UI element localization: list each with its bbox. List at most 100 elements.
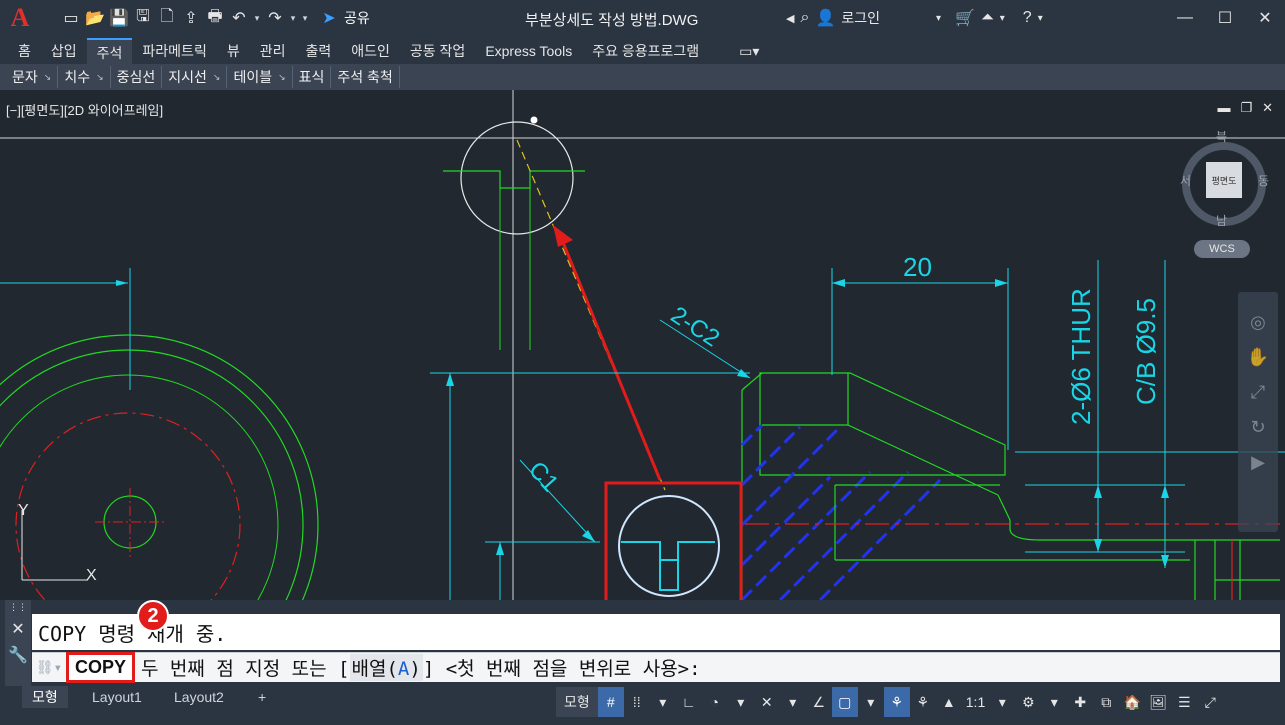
close-icon[interactable]: ✕ bbox=[1245, 0, 1285, 36]
ribbon-panel[interactable]: 테이블 ↘ bbox=[227, 66, 293, 88]
ribbon-tab[interactable]: 주요 응용프로그램 bbox=[582, 38, 709, 64]
annotation-scale-icon[interactable]: ▲ bbox=[936, 687, 962, 717]
viewcube-south[interactable]: 남 bbox=[1216, 212, 1227, 229]
login-dropdown-icon[interactable]: ▾ bbox=[936, 13, 941, 24]
undo-dropdown-icon[interactable]: ▾ bbox=[252, 13, 262, 24]
isodraft-dropdown-icon[interactable]: ▾ bbox=[780, 687, 806, 717]
orbit-icon[interactable]: ↻ bbox=[1250, 417, 1265, 438]
object-snap-tracking-icon[interactable]: ∠ bbox=[806, 687, 832, 717]
undo-icon[interactable]: ↶ bbox=[228, 7, 250, 29]
share-button[interactable]: ➤ 공유 bbox=[318, 7, 369, 29]
customize-wrench-icon[interactable]: 🔧 bbox=[8, 645, 28, 665]
layout-tab-layout2[interactable]: Layout2 bbox=[164, 686, 234, 708]
customize-icon[interactable]: ☰ bbox=[1171, 687, 1197, 717]
ribbon-tab[interactable]: 파라메트릭 bbox=[132, 38, 216, 64]
user-icon[interactable]: 👤 bbox=[815, 8, 835, 28]
object-snap-dropdown-icon[interactable]: ▾ bbox=[858, 687, 884, 717]
save-as-icon[interactable]: 🖫 bbox=[132, 7, 154, 29]
ribbon-tab[interactable]: Express Tools bbox=[475, 38, 582, 64]
steering-wheel-icon[interactable]: ◎ bbox=[1250, 312, 1266, 333]
ribbon-tab[interactable]: 뷰 bbox=[217, 38, 250, 64]
viewcube-east[interactable]: 동 bbox=[1258, 172, 1269, 189]
scale-dropdown-icon[interactable]: ▾ bbox=[989, 687, 1015, 717]
redo-icon[interactable]: ↷ bbox=[264, 7, 286, 29]
panel-expand-icon[interactable]: ↘ bbox=[96, 66, 104, 88]
customize-qat-icon[interactable]: ▾ bbox=[300, 13, 310, 24]
grid-icon[interactable]: # bbox=[597, 687, 624, 717]
wcs-menu[interactable]: WCS bbox=[1194, 240, 1250, 258]
panel-expand-icon[interactable]: ↘ bbox=[278, 66, 286, 88]
open-folder-icon[interactable]: 📂 bbox=[84, 7, 106, 29]
viewcube-north[interactable]: 북 bbox=[1216, 128, 1227, 145]
chevron-left-icon[interactable]: ◀ bbox=[786, 12, 794, 25]
ribbon-panel[interactable]: 치수 ↘ bbox=[58, 66, 111, 88]
annotation-scale-value[interactable]: 1:1 bbox=[962, 687, 989, 717]
panel-expand-icon[interactable]: ↘ bbox=[213, 66, 221, 88]
snap-dropdown-icon[interactable]: ▾ bbox=[650, 687, 676, 717]
maximize-icon[interactable]: ☐ bbox=[1205, 0, 1245, 36]
layout-tab-layout1[interactable]: Layout1 bbox=[82, 686, 152, 708]
help-dropdown-icon[interactable]: ▾ bbox=[1038, 13, 1043, 24]
viewcube[interactable]: 평면도 북 남 서 동 WCS bbox=[1176, 130, 1276, 260]
add-layout-icon[interactable]: + bbox=[248, 686, 276, 708]
zoom-extents-icon[interactable]: ⤢ bbox=[1251, 382, 1265, 403]
grip-handle-icon[interactable]: ⋮⋮ bbox=[9, 602, 27, 613]
infer-constraints-icon[interactable]: ∟ bbox=[676, 687, 702, 717]
ribbon-tab[interactable]: 출력 bbox=[295, 38, 341, 64]
search-icon[interactable]: ⌕ bbox=[800, 9, 809, 27]
redo-dropdown-icon[interactable]: ▾ bbox=[288, 13, 298, 24]
ribbon-panel[interactable]: 중심선 bbox=[111, 66, 163, 88]
connect-icon[interactable]: ⏶ bbox=[981, 9, 994, 27]
isodraft-icon[interactable]: ✕ bbox=[754, 687, 780, 717]
ribbon-tab[interactable]: 삽입 bbox=[41, 38, 87, 64]
polar-dropdown-icon[interactable]: ▾ bbox=[728, 687, 754, 717]
ribbon-tab[interactable]: 애드인 bbox=[341, 38, 400, 64]
close-command-icon[interactable]: ✕ bbox=[11, 619, 24, 639]
units-icon[interactable]: ⧉ bbox=[1093, 687, 1119, 717]
ribbon-panel[interactable]: 지시선 ↘ bbox=[162, 66, 228, 88]
share-file-icon[interactable]: ⇪ bbox=[180, 7, 202, 29]
model-space-button[interactable]: 모형 bbox=[556, 687, 598, 717]
new-file-icon[interactable]: ▭ bbox=[60, 7, 82, 29]
ribbon-tab[interactable]: 관리 bbox=[250, 38, 296, 64]
app-logo[interactable]: A bbox=[0, 0, 40, 36]
ribbon-toggle-icon[interactable]: ▭▾ bbox=[729, 38, 769, 64]
showmotion-icon[interactable]: ▶ bbox=[1251, 452, 1265, 473]
object-snap-icon[interactable]: ▢ bbox=[831, 687, 858, 717]
recent-commands-icon[interactable]: ⛓▾ bbox=[32, 660, 66, 676]
polar-tracking-icon[interactable]: ◔ bbox=[702, 687, 728, 717]
array-option[interactable]: 배열(A) bbox=[349, 654, 423, 681]
layout-tab-model[interactable]: 모형 bbox=[22, 686, 68, 708]
isolate-objects-icon[interactable]: 🖼 bbox=[1145, 687, 1171, 717]
annotation-visibility-icon[interactable]: ⚘ bbox=[883, 687, 910, 717]
viewcube-face[interactable]: 평면도 bbox=[1206, 162, 1242, 198]
viewcube-west[interactable]: 서 bbox=[1180, 172, 1191, 189]
ribbon-tab[interactable]: 홈 bbox=[8, 38, 41, 64]
clean-screen-icon[interactable]: ⤢ bbox=[1197, 687, 1223, 717]
open-web-icon[interactable]: 🗋 bbox=[156, 7, 178, 29]
drawing-viewport[interactable]: [−][평면도][2D 와이어프레임] ▬ ❐ ✕ Y X C1 2-C2 20… bbox=[0, 90, 1285, 600]
annotation-arrow bbox=[558, 234, 662, 481]
login-label[interactable]: 로그인 bbox=[841, 8, 880, 28]
ribbon-panel[interactable]: 문자 ↘ bbox=[6, 66, 59, 88]
workspace-gear-icon[interactable]: ⚙ bbox=[1015, 687, 1041, 717]
annotation-monitor-icon[interactable]: ✚ bbox=[1067, 687, 1093, 717]
pan-hand-icon[interactable]: ✋ bbox=[1247, 347, 1269, 368]
connect-dropdown-icon[interactable]: ▾ bbox=[1000, 13, 1005, 24]
ribbon-tab[interactable]: 주석 bbox=[86, 38, 133, 64]
panel-expand-icon[interactable]: ↘ bbox=[44, 66, 52, 88]
ribbon-panel[interactable]: 주석 축척 bbox=[331, 66, 400, 88]
plot-icon[interactable]: 🖶 bbox=[204, 7, 226, 29]
minimize-icon[interactable]: — bbox=[1165, 0, 1205, 36]
save-icon[interactable]: 💾 bbox=[108, 7, 130, 29]
help-icon[interactable]: ? bbox=[1023, 9, 1032, 27]
ribbon-panel[interactable]: 표식 bbox=[293, 66, 332, 88]
workspace-dropdown-icon[interactable]: ▾ bbox=[1041, 687, 1067, 717]
auto-scale-icon[interactable]: ⚘ bbox=[910, 687, 936, 717]
command-line[interactable]: ⛓▾ COPY 두 번째 점 지정 또는 [ 배열(A) ] <첫 번째 점을 … bbox=[32, 652, 1280, 683]
cart-icon[interactable]: 🛒 bbox=[955, 8, 975, 28]
quick-properties-icon[interactable]: 🏠 bbox=[1119, 687, 1145, 717]
cad-drawing: Y X C1 2-C2 20 2-Ø6 THUR C/B Ø9.5 bbox=[0, 90, 1285, 600]
ribbon-tab[interactable]: 공동 작업 bbox=[400, 38, 475, 64]
snap-icon[interactable]: ⁞⁞ bbox=[624, 687, 650, 717]
